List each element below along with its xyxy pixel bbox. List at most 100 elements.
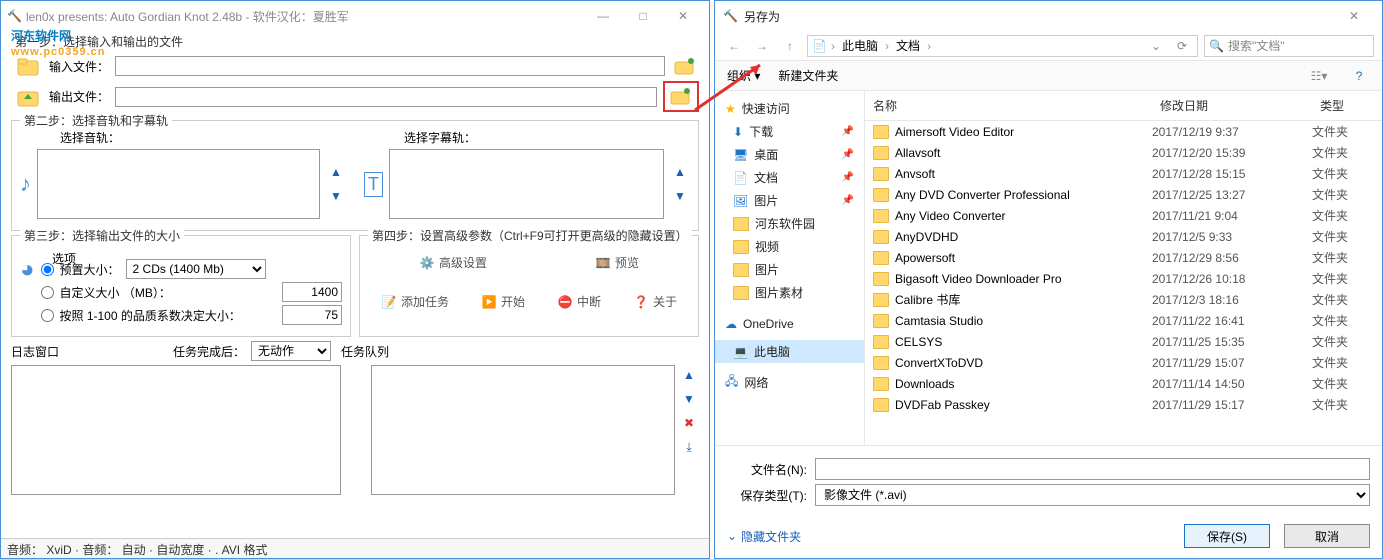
audio-track-list[interactable] [37,149,320,219]
after-task-combo[interactable]: 无动作 [251,341,331,361]
add-icon: 📝 [381,294,397,310]
subtitle-down-button[interactable]: ▼ [670,186,690,206]
column-date[interactable]: 修改日期 [1152,95,1312,116]
nav-desktop[interactable]: 🖥桌面📌 [715,143,864,166]
file-date: 2017/12/5 9:33 [1152,230,1312,244]
quality-field[interactable] [282,305,342,325]
output-file-field[interactable] [115,87,657,107]
minimize-button[interactable]: — [583,2,623,30]
file-row[interactable]: Any Video Converter2017/11/21 9:04文件夹 [865,205,1382,226]
pc-icon: 💻 [733,345,748,359]
dialog-titlebar: 🔨 另存为 ✕ [715,1,1382,31]
cancel-button[interactable]: 取消 [1284,524,1370,548]
nav-hedong[interactable]: 河东软件园 [715,212,864,235]
add-task-button[interactable]: 📝添加任务 [375,291,455,312]
abort-button[interactable]: ⛔中断 [551,291,607,312]
start-button[interactable]: ▶️开始 [475,291,531,312]
pin-icon: 📌 [842,195,854,206]
output-browse-button[interactable] [667,85,695,107]
file-row[interactable]: ConvertXToDVD2017/11/29 15:07文件夹 [865,352,1382,373]
nav-network[interactable]: 🖧网络 [715,369,864,396]
file-row[interactable]: Apowersoft2017/12/29 8:56文件夹 [865,247,1382,268]
nav-picmat[interactable]: 图片素材 [715,281,864,304]
help-icon: ❓ [633,294,649,310]
dialog-close-button[interactable]: ✕ [1334,2,1374,30]
queue-down-button[interactable]: ▼ [679,389,699,409]
crumb-documents[interactable]: 文档 [893,37,923,54]
dialog-help-button[interactable]: ? [1348,65,1370,87]
nav-pictures2[interactable]: 图片 [715,258,864,281]
download-icon: ⬇ [733,125,743,139]
file-date: 2017/11/22 16:41 [1152,314,1312,328]
folder-icon [873,398,889,412]
input-file-field[interactable] [115,56,665,76]
filetype-combo[interactable]: 影像文件 (*.avi) [815,484,1370,506]
output-file-label: 输出文件： [49,88,109,105]
nav-video[interactable]: 视频 [715,235,864,258]
subtitle-up-button[interactable]: ▲ [670,162,690,182]
filename-field[interactable] [815,458,1370,480]
save-button[interactable]: 保存(S) [1184,524,1270,548]
crumb-thispc[interactable]: 此电脑 [839,37,881,54]
queue-up-button[interactable]: ▲ [679,365,699,385]
view-button[interactable]: ☷▾ [1308,65,1330,87]
queue-delete-button[interactable]: ✖ [679,413,699,433]
preview-button[interactable]: 🎞️预览 [589,252,645,273]
hide-folders-button[interactable]: ⌄隐藏文件夹 [727,528,801,545]
breadcrumb[interactable]: 📄 › 此电脑 › 文档 › ⌄ ⟳ [807,35,1198,57]
audio-down-button[interactable]: ▼ [326,186,346,206]
new-folder-button[interactable]: 新建文件夹 [778,67,838,84]
input-browse-button[interactable] [671,55,699,77]
quality-radio[interactable] [41,309,54,322]
breadcrumb-dropdown-button[interactable]: ⌄ [1145,35,1167,57]
file-row[interactable]: Camtasia Studio2017/11/22 16:41文件夹 [865,310,1382,331]
file-row[interactable]: Downloads2017/11/14 14:50文件夹 [865,373,1382,394]
file-type: 文件夹 [1312,186,1382,203]
custom-size-field[interactable] [282,282,342,302]
navigation-pane[interactable]: ★快速访问 ⬇下载📌 🖥桌面📌 📄文档📌 🖼图片📌 河东软件园 视频 图片 图片… [715,91,865,445]
file-row[interactable]: CELSYS2017/11/25 15:35文件夹 [865,331,1382,352]
file-row[interactable]: Any DVD Converter Professional2017/12/25… [865,184,1382,205]
advanced-settings-button[interactable]: ⚙️高级设置 [413,252,493,273]
custom-size-radio[interactable] [41,286,54,299]
nav-downloads[interactable]: ⬇下载📌 [715,120,864,143]
nav-pictures[interactable]: 🖼图片📌 [715,189,864,212]
column-name[interactable]: 名称 [865,95,1152,116]
film-icon: 🎞️ [595,255,611,271]
file-row[interactable]: AnyDVDHD2017/12/5 9:33文件夹 [865,226,1382,247]
preset-size-combo[interactable]: 2 CDs (1400 Mb) [126,259,266,279]
nav-up-button[interactable]: ↑ [779,35,801,57]
nav-thispc[interactable]: 💻此电脑 [715,340,864,363]
file-row[interactable]: Calibre 书库2017/12/3 18:16文件夹 [865,289,1382,310]
log-window[interactable] [11,365,341,495]
organize-button[interactable]: 组织 ▾ [727,67,760,84]
folder-icon [733,240,749,254]
audio-up-button[interactable]: ▲ [326,162,346,182]
refresh-button[interactable]: ⟳ [1171,35,1193,57]
subtitle-track-list[interactable] [389,149,664,219]
search-box[interactable]: 🔍 搜索"文档" [1204,35,1374,57]
nav-forward-button[interactable]: → [751,35,773,57]
queue-bottom-button[interactable]: ⤓ [679,437,699,457]
file-type: 文件夹 [1312,249,1382,266]
custom-size-label: 自定义大小 （MB）： [60,284,171,301]
task-queue-list[interactable] [371,365,675,495]
file-row[interactable]: Aimersoft Video Editor2017/12/19 9:37文件夹 [865,121,1382,142]
file-row[interactable]: DVDFab Passkey2017/11/29 15:17文件夹 [865,394,1382,415]
file-list[interactable]: Aimersoft Video Editor2017/12/19 9:37文件夹… [865,121,1382,445]
maximize-button[interactable]: □ [623,2,663,30]
file-row[interactable]: Allavsoft2017/12/20 15:39文件夹 [865,142,1382,163]
nav-quick-access[interactable]: ★快速访问 [715,97,864,120]
step4-label: 第四步：设置高级参数（Ctrl+F9可打开更高级的隐藏设置） [368,227,692,244]
file-type: 文件夹 [1312,165,1382,182]
close-button[interactable]: ✕ [663,2,703,30]
column-type[interactable]: 类型 [1312,95,1382,116]
nav-back-button[interactable]: ← [723,35,745,57]
play-icon: ▶️ [481,294,497,310]
options-subtitle: 选项 [52,250,76,267]
about-button[interactable]: ❓关于 [627,291,683,312]
nav-documents[interactable]: 📄文档📌 [715,166,864,189]
nav-onedrive[interactable]: ☁OneDrive [715,314,864,334]
file-row[interactable]: Anvsoft2017/12/28 15:15文件夹 [865,163,1382,184]
file-row[interactable]: Bigasoft Video Downloader Pro2017/12/26 … [865,268,1382,289]
